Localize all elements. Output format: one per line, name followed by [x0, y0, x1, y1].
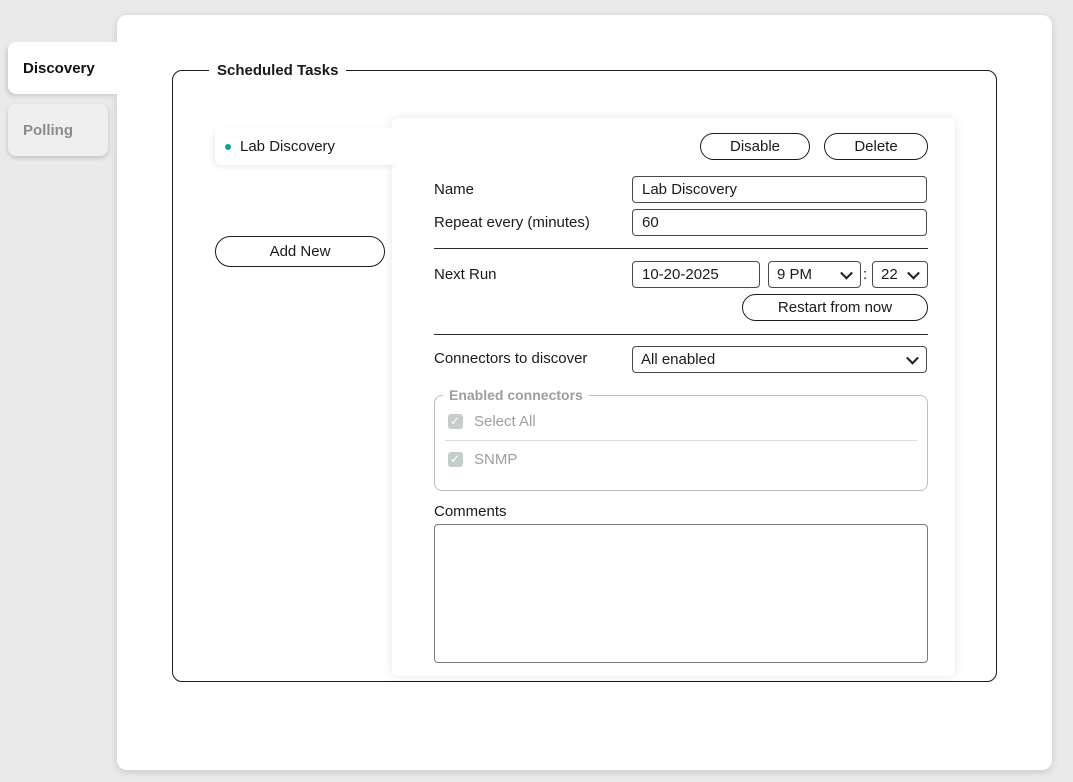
- task-list-item[interactable]: Lab Discovery: [215, 128, 397, 165]
- main-card: Scheduled Tasks Lab Discovery Add New Di…: [117, 15, 1052, 770]
- next-run-date-input[interactable]: [632, 261, 760, 288]
- next-run-hour-select[interactable]: 9 PM: [768, 261, 861, 288]
- next-run-minute-select[interactable]: 22: [872, 261, 928, 288]
- connectors-select-wrap: All enabled: [632, 346, 927, 373]
- task-bullet-icon: [225, 144, 231, 150]
- tab-polling-label: Polling: [23, 122, 73, 139]
- select-all-row: Select All: [435, 403, 927, 440]
- repeat-minutes-input[interactable]: [632, 209, 927, 236]
- divider: [434, 334, 928, 335]
- name-label: Name: [434, 181, 474, 198]
- scheduled-tasks-legend: Scheduled Tasks: [209, 62, 346, 79]
- tab-polling[interactable]: Polling: [8, 104, 108, 156]
- enabled-connectors-legend: Enabled connectors: [443, 387, 589, 403]
- tab-discovery[interactable]: Discovery: [8, 42, 119, 94]
- next-run-hour-select-wrap: 9 PM: [768, 261, 861, 288]
- tab-discovery-label: Discovery: [23, 60, 95, 77]
- restart-from-now-button[interactable]: Restart from now: [742, 294, 928, 321]
- snmp-row: SNMP: [435, 441, 927, 478]
- snmp-label: SNMP: [474, 451, 517, 468]
- scheduled-tasks-section: Scheduled Tasks Lab Discovery Add New Di…: [172, 62, 997, 682]
- add-new-button[interactable]: Add New: [215, 236, 385, 267]
- select-all-label: Select All: [474, 413, 536, 430]
- disable-button[interactable]: Disable: [700, 133, 810, 160]
- name-input[interactable]: [632, 176, 927, 203]
- next-run-minute-select-wrap: 22: [872, 261, 928, 288]
- delete-button[interactable]: Delete: [824, 133, 928, 160]
- connectors-label: Connectors to discover: [434, 350, 587, 367]
- next-run-label: Next Run: [434, 266, 497, 283]
- comments-label: Comments: [434, 503, 507, 520]
- select-all-checkbox: [448, 414, 463, 429]
- enabled-connectors-section: Enabled connectors Select All SNMP: [434, 387, 928, 491]
- task-item-label: Lab Discovery: [240, 138, 335, 155]
- divider: [434, 248, 928, 249]
- comments-textarea[interactable]: [434, 524, 928, 663]
- snmp-checkbox: [448, 452, 463, 467]
- task-detail-panel: Disable Delete Name Repeat every (minute…: [392, 118, 955, 676]
- connectors-select[interactable]: All enabled: [632, 346, 927, 373]
- repeat-label: Repeat every (minutes): [434, 214, 590, 231]
- time-separator: :: [863, 266, 867, 283]
